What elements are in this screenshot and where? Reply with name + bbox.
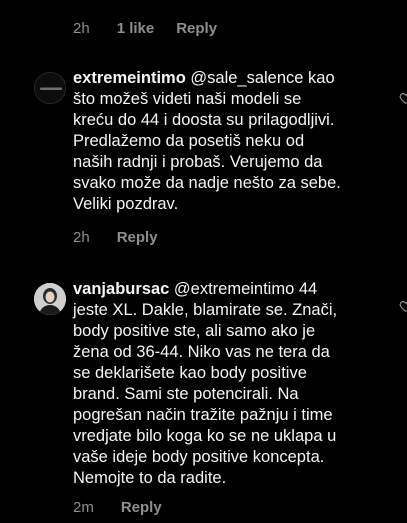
comment-body: extremeintimo @sale_salence kao što može… [73,68,398,215]
comment-text-line: Nemojte to da radite. [73,469,227,487]
avatar[interactable] [34,72,66,104]
likes-count-link[interactable]: 1 like [117,20,155,37]
comment-text-line: Predlažemo da posetiš neku od [73,132,305,150]
comment-text-line: pogrešan način tražite pažnju i time [73,406,333,424]
timestamp: 2h [73,20,90,37]
comment-text-line: kreću do 44 i doosta su prilagodljivi. [73,111,335,129]
comment-body: vanjabursac @extremeintimo 44 jeste XL. … [73,279,398,489]
comment-text-line: žena od 36-44. Niko vas ne tera da [73,343,330,361]
comment-text-line: body positive ste, ali samo ako je [73,322,316,340]
reply-button[interactable]: Reply [121,499,162,516]
comment-username[interactable]: extremeintimo [73,69,186,87]
comment-text-line: naših radnji i probaš. Verujemo da [73,153,323,171]
heart-outline-icon[interactable] [399,299,407,313]
comment-text-line: što možeš videti naši modeli se [73,90,302,108]
comment-text-line: Veliki pozdrav. [73,195,179,213]
comment-text-line: se deklarišete kao body positive [73,364,307,382]
comment-text-line: svako može da nadje nešto za sebe. [73,174,341,192]
mention-link[interactable]: @extremeintimo [174,280,294,298]
comment-text-line: 44 [294,280,318,298]
mention-link[interactable]: @sale_salence [190,69,303,87]
reply-button[interactable]: Reply [176,20,217,37]
comment-text-line: brand. Sami ste potencirali. Na [73,385,299,403]
avatar[interactable] [34,283,66,315]
timestamp: 2h [73,229,90,246]
heart-outline-icon[interactable] [399,91,407,105]
previous-comment-meta: 2h 1 like Reply [73,20,217,37]
comment-username[interactable]: vanjabursac [73,280,169,298]
comment-meta: 2h Reply [73,229,158,246]
comment-text-line: vredjate bilo koga ko se ne uklapa u [73,427,337,445]
reply-button[interactable]: Reply [117,229,158,246]
extremeintimo-logo-icon [35,73,65,103]
comment-text-line: kao [303,69,335,87]
comment-meta: 2m Reply [73,499,162,516]
comment-text-line: vaše ideje body positive koncepta. [73,448,325,466]
timestamp: 2m [73,499,94,516]
comment-text-line: jeste XL. Dakle, blamirate se. Znači, [73,301,338,319]
user-photo-icon [34,283,66,315]
